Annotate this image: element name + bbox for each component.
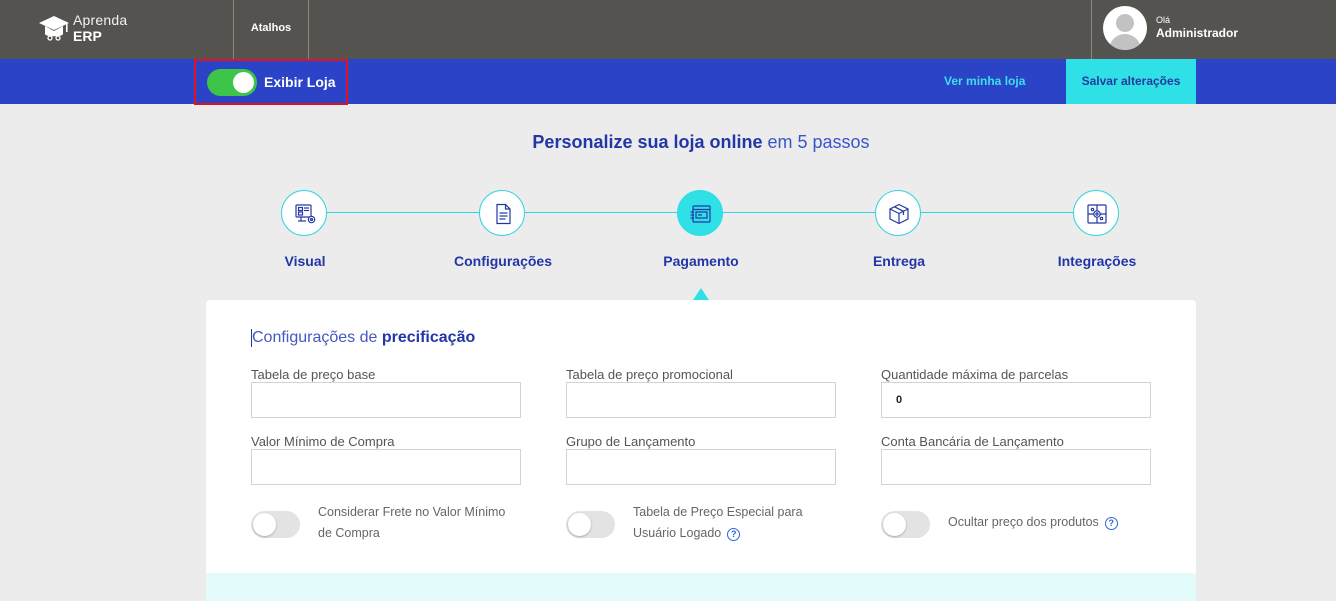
view-store-link[interactable]: Ver minha loja (944, 59, 1025, 104)
max-installments-label: Quantidade máxima de parcelas (881, 367, 1069, 382)
header-divider (308, 0, 309, 59)
logo-text-aprenda: Aprenda (73, 12, 128, 28)
toggle-knob (568, 513, 591, 536)
max-installments-input[interactable] (881, 382, 1151, 418)
page-title-bold: Personalize sua loja online (532, 132, 763, 152)
step-label-visual[interactable]: Visual (225, 253, 385, 269)
active-step-pointer (693, 288, 709, 300)
page-title: Personalize sua loja online em 5 passos (0, 132, 1336, 153)
special-price-label-line1: Tabela de Preço Especial para (633, 505, 803, 519)
min-purchase-label: Valor Mínimo de Compra (251, 434, 395, 449)
hide-price-label-text: Ocultar preço dos produtos (948, 515, 1099, 529)
top-header: Aprenda ERP Atalhos Olá Administrador (0, 0, 1336, 59)
shipping-min-label: Considerar Frete no Valor Mínimo de Comp… (318, 502, 505, 544)
base-price-table-label: Tabela de preço base (251, 367, 376, 382)
step-label-integracoes[interactable]: Integrações (1017, 253, 1177, 269)
avatar-head (1116, 14, 1134, 32)
toggle-knob (883, 513, 906, 536)
step-configuracoes[interactable] (479, 190, 525, 236)
step-label-pagamento[interactable]: Pagamento (621, 253, 781, 269)
integrations-icon (1087, 204, 1107, 224)
toggle-knob (233, 72, 254, 93)
action-bar: Exibir Loja Ver minha loja Salvar altera… (0, 59, 1336, 105)
show-store-toggle-group: Exibir Loja (194, 59, 348, 105)
greeting-text: Olá (1156, 15, 1171, 25)
logo[interactable]: Aprenda ERP (38, 12, 148, 46)
shipping-min-toggle[interactable] (251, 511, 300, 538)
launch-group-label: Grupo de Lançamento (566, 434, 696, 449)
pricing-section-title: Configurações de precificação (251, 329, 475, 347)
shipping-min-label-line2: de Compra (318, 526, 380, 540)
base-price-table-input[interactable] (251, 382, 521, 418)
step-pagamento[interactable] (677, 190, 723, 236)
page-title-rest: em 5 passos (762, 132, 870, 152)
document-icon (496, 203, 511, 225)
promo-price-table-input[interactable] (566, 382, 836, 418)
step-label-configuracoes[interactable]: Configurações (423, 253, 583, 269)
card-footer-band (206, 573, 1196, 601)
special-price-label: Tabela de Preço Especial para Usuário Lo… (633, 502, 803, 544)
bank-account-label: Conta Bancária de Lançamento (881, 434, 1064, 449)
promo-price-table-label: Tabela de preço promocional (566, 367, 733, 382)
visual-icon (295, 204, 316, 224)
bank-account-input[interactable] (881, 449, 1151, 485)
hide-price-toggle[interactable] (881, 511, 930, 538)
toggle-knob (253, 513, 276, 536)
min-purchase-input[interactable] (251, 449, 521, 485)
user-name: Administrador (1156, 26, 1239, 40)
launch-group-input[interactable] (566, 449, 836, 485)
step-entrega[interactable] (875, 190, 921, 236)
special-price-label-line2: Usuário Logado (633, 526, 722, 540)
step-integracoes[interactable] (1073, 190, 1119, 236)
save-changes-button[interactable]: Salvar alterações (1066, 59, 1196, 104)
pricing-title-bold: precificação (381, 329, 476, 346)
step-visual[interactable] (281, 190, 327, 236)
help-icon[interactable]: ? (1104, 517, 1118, 530)
avatar[interactable] (1103, 6, 1147, 50)
payment-icon (690, 205, 711, 223)
step-label-entrega[interactable]: Entrega (819, 253, 979, 269)
user-menu[interactable]: Olá Administrador (1092, 0, 1336, 59)
box-icon (889, 203, 909, 225)
hide-price-label: Ocultar preço dos produtos? (948, 512, 1118, 533)
help-icon[interactable]: ? (727, 528, 741, 541)
avatar-body (1109, 34, 1141, 50)
shortcuts-menu[interactable]: Atalhos (234, 0, 308, 59)
special-price-toggle[interactable] (566, 511, 615, 538)
pricing-title-light: Configurações de (252, 329, 382, 346)
logo-text-erp: ERP (73, 28, 102, 44)
shipping-min-label-line1: Considerar Frete no Valor Mínimo (318, 505, 506, 519)
graduation-cap-icon (39, 16, 69, 41)
show-store-label: Exibir Loja (264, 74, 336, 90)
show-store-toggle[interactable] (207, 69, 257, 96)
